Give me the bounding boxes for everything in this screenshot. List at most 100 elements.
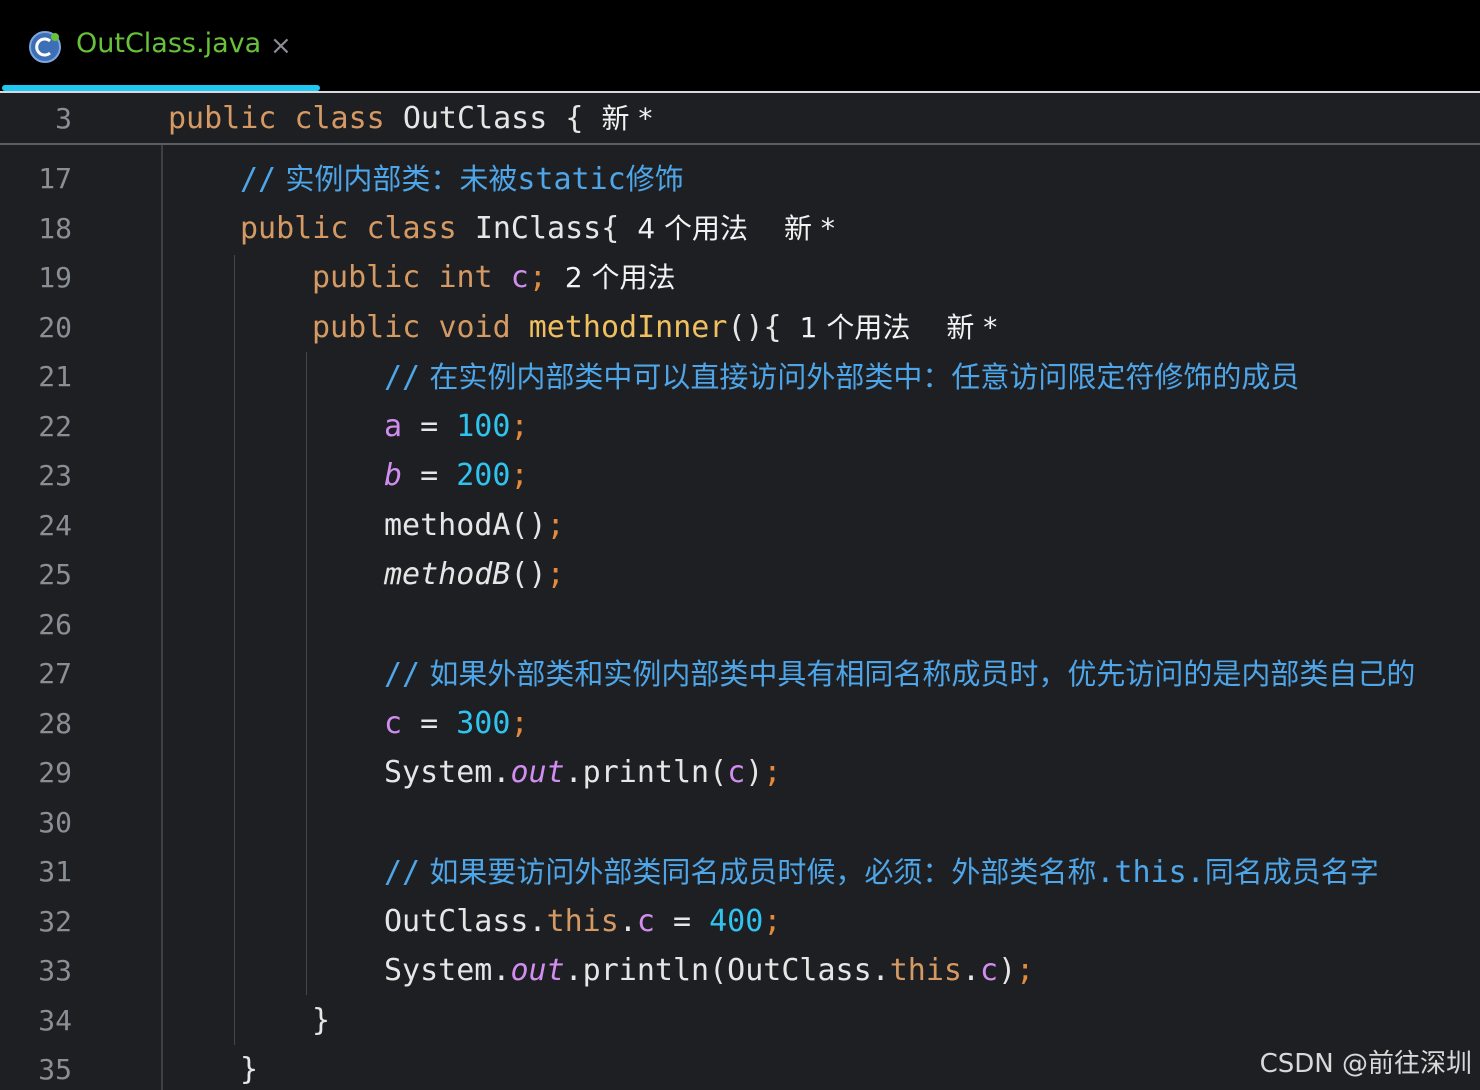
number-literal: 400 — [709, 904, 764, 939]
code-line: System.out.println(OutClass.this.c); — [384, 951, 1034, 991]
field-name: c — [727, 755, 746, 790]
keyword: class — [294, 101, 385, 136]
static-field-name: b — [384, 458, 403, 493]
line-number: 32 — [38, 905, 72, 938]
keyword: public — [312, 310, 421, 345]
semicolon: ; — [1016, 953, 1035, 988]
punctuation: ) — [745, 755, 764, 790]
field-name: c — [636, 904, 655, 939]
gutter-separator — [161, 145, 163, 1090]
semicolon: ; — [546, 557, 565, 592]
comment-text: .this. — [1096, 855, 1205, 890]
author-hint[interactable]: 新 * — [784, 212, 835, 245]
line-number: 22 — [38, 410, 72, 443]
line-number: 21 — [38, 360, 72, 393]
code-line: // 如果外部类和实例内部类中具有相同名称成员时，优先访问的是内部类自己的 — [384, 654, 1415, 695]
semicolon: ; — [510, 706, 529, 741]
comment-text: 修饰 — [625, 162, 684, 196]
code-line: c = 300; — [384, 704, 529, 744]
punctuation: ) — [998, 953, 1017, 988]
code-line: OutClass.this.c = 400; — [384, 902, 781, 942]
field-name: a — [384, 409, 403, 444]
code-line: // 在实例内部类中可以直接访问外部类中：任意访问限定符修饰的成员 — [384, 357, 1299, 398]
code-line: a = 100; — [384, 407, 529, 447]
author-hint[interactable]: 新 * — [601, 102, 652, 135]
semicolon: ; — [510, 458, 529, 493]
line-number: 17 — [38, 162, 72, 195]
semicolon: ; — [763, 904, 782, 939]
class-ref: OutClass. — [384, 904, 547, 939]
line-number: 29 — [38, 756, 72, 789]
line-number: 3 — [55, 102, 72, 135]
usages-hint[interactable]: 1 个用法 — [800, 311, 911, 344]
keyword: void — [438, 310, 511, 345]
class-ref: System. — [384, 755, 511, 790]
close-icon[interactable]: × — [270, 30, 292, 62]
code-line: public class InClass{ 4 个用法 新 * — [240, 209, 835, 249]
comment-text: static — [517, 162, 626, 197]
line-number: 25 — [38, 558, 72, 591]
keyword: this — [546, 904, 619, 939]
code-line: public class OutClass { 新 * — [168, 99, 652, 139]
class-name: InClass{ — [474, 211, 620, 246]
field-name: c — [980, 953, 999, 988]
code-line: System.out.println(c); — [384, 753, 781, 793]
code-line: // 实例内部类：未被static修饰 — [240, 159, 684, 200]
method-name: methodInner — [528, 310, 728, 345]
keyword: public — [168, 101, 277, 136]
method-call: methodA() — [384, 508, 547, 543]
comment-text: 同名成员名字 — [1204, 855, 1379, 889]
brace: } — [240, 1052, 259, 1087]
line-number: 34 — [38, 1004, 72, 1037]
keyword: int — [438, 260, 493, 295]
tab-outclass-java[interactable]: OutClass.java × — [0, 0, 320, 91]
code-editor[interactable] — [0, 145, 1480, 1090]
semicolon: ; — [510, 409, 529, 444]
operator: = — [402, 409, 457, 444]
code-line: methodB(); — [384, 555, 565, 595]
sticky-class-header[interactable]: 3 public class OutClass { 新 * — [0, 95, 1480, 145]
comment-slashes: // — [240, 162, 277, 197]
operator: = — [654, 904, 710, 939]
line-number: 35 — [38, 1053, 72, 1086]
line-number: 28 — [38, 707, 72, 740]
code-line: methodA(); — [384, 506, 565, 546]
number-literal: 300 — [456, 706, 511, 741]
number-literal: 100 — [456, 409, 511, 444]
static-method-call: methodB — [384, 557, 511, 592]
keyword: class — [366, 211, 457, 246]
brace: { — [565, 101, 584, 136]
keyword: public — [240, 211, 349, 246]
class-name: OutClass — [402, 101, 548, 136]
code-line: b = 200; — [384, 456, 529, 496]
class-ref: System. — [384, 953, 511, 988]
line-number: 27 — [38, 657, 72, 690]
keyword: this — [889, 953, 962, 988]
usages-hint[interactable]: 4 个用法 — [637, 212, 748, 245]
editor-tab-bar: OutClass.java × — [0, 0, 1480, 93]
keyword: public — [312, 260, 421, 295]
semicolon: ; — [763, 755, 782, 790]
java-class-icon — [29, 31, 61, 63]
operator: = — [402, 706, 457, 741]
comment-text: 如果外部类和实例内部类中具有相同名称成员时，优先访问的是内部类自己的 — [420, 657, 1416, 691]
method-call: .println(OutClass. — [564, 953, 890, 988]
active-tab-indicator — [2, 85, 320, 91]
number-literal: 200 — [456, 458, 511, 493]
method-call: .println( — [564, 755, 728, 790]
code-line: public void methodInner(){ 1 个用法 新 * — [312, 308, 997, 348]
author-hint[interactable]: 新 * — [946, 311, 997, 344]
semicolon: ; — [546, 508, 565, 543]
brace: } — [312, 1003, 331, 1038]
usages-hint[interactable]: 2 个用法 — [565, 261, 676, 294]
semicolon: ; — [528, 260, 547, 295]
code-line: } — [312, 1001, 330, 1041]
punctuation: (){ — [727, 310, 782, 345]
punctuation: . — [961, 953, 981, 988]
tab-title: OutClass.java — [76, 28, 262, 59]
line-number: 20 — [38, 311, 72, 344]
line-number: 23 — [38, 459, 72, 492]
indent-guide — [306, 352, 307, 995]
code-line: public int c; 2 个用法 — [312, 258, 676, 298]
static-field-name: out — [510, 953, 565, 988]
